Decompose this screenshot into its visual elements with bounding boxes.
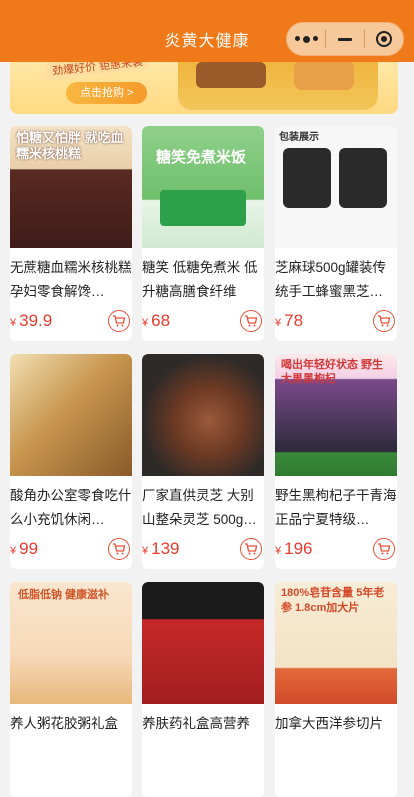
cart-icon	[245, 315, 258, 327]
add-to-cart-button[interactable]	[373, 310, 395, 332]
product-price: ¥78	[275, 311, 304, 330]
product-image-caption: 喝出年轻好状态 野生大果黑枸杞	[281, 359, 384, 385]
add-to-cart-button[interactable]	[108, 538, 130, 560]
product-image-caption: 糖笑免煮米饭	[156, 149, 247, 166]
mini-program-capsule	[286, 22, 404, 56]
product-image-caption: 包装展示	[279, 132, 319, 143]
product-card[interactable]: 包装展示 芝麻球500g罐装传统手工蜂蜜黑芝… ¥78	[275, 126, 397, 341]
product-image-caption: 180%皂苷含量 5年老参 1.8cm加大片	[281, 587, 385, 614]
product-name: 加拿大西洋参切片	[275, 716, 383, 731]
product-price: ¥196	[275, 539, 313, 558]
product-price: ¥99	[10, 539, 39, 558]
product-card[interactable]: 喝出年轻好状态 野生大果黑枸杞 野生黑枸杞子干青海正品宁夏特级… ¥196	[275, 354, 397, 569]
minimize-button[interactable]	[326, 23, 364, 55]
cart-icon	[245, 543, 258, 555]
product-card[interactable]: 酸角办公室零食吃什么小充饥休闲… ¥99	[10, 354, 132, 569]
product-name: 厂家直供灵芝 大别山整朵灵芝 500g…	[142, 488, 257, 527]
navigation-bar: 炎黄大健康	[0, 0, 414, 62]
more-button[interactable]	[287, 23, 325, 55]
buy-now-button[interactable]: 点击抢购 >	[66, 82, 148, 104]
add-to-cart-button[interactable]	[240, 538, 262, 560]
product-card[interactable]: 厂家直供灵芝 大别山整朵灵芝 500g… ¥139	[142, 354, 264, 569]
product-image: 喝出年轻好状态 野生大果黑枸杞	[275, 354, 397, 476]
product-image-caption: 怕糖又怕胖 就吃血糯米核桃糕	[16, 130, 124, 161]
product-name: 野生黑枸杞子干青海正品宁夏特级…	[275, 488, 397, 527]
product-name: 芝麻球500g罐装传统手工蜂蜜黑芝…	[275, 260, 387, 299]
product-name: 酸角办公室零食吃什么小充饥休闲…	[10, 488, 132, 527]
rice-box-graphic	[160, 190, 246, 226]
product-card[interactable]: 养肤药礼盒高营养	[142, 582, 264, 797]
cart-icon	[378, 543, 391, 555]
product-name: 糖笑 低糖免煮米 低升糖高膳食纤维	[142, 260, 258, 299]
jar-graphic	[339, 148, 387, 208]
product-name: 养人粥花胶粥礼盒	[10, 716, 118, 731]
product-card[interactable]: 低脂低钠 健康滋补 养人粥花胶粥礼盒	[10, 582, 132, 797]
product-image: 糖笑免煮米饭	[142, 126, 264, 248]
cart-icon	[378, 315, 391, 327]
product-image: 低脂低钠 健康滋补	[10, 582, 132, 704]
product-price: ¥39.9	[10, 311, 53, 330]
product-image-caption: 低脂低钠 健康滋补	[18, 589, 110, 601]
product-image	[142, 354, 264, 476]
product-card[interactable]: 180%皂苷含量 5年老参 1.8cm加大片 加拿大西洋参切片	[275, 582, 397, 797]
add-to-cart-button[interactable]	[373, 538, 395, 560]
product-price: ¥68	[142, 311, 171, 330]
banner-product-image	[178, 58, 378, 110]
product-image	[142, 582, 264, 704]
promo-banner[interactable]: 劲爆好价 钜惠来袭 点击抢购 >	[10, 58, 398, 114]
close-button[interactable]	[365, 23, 403, 55]
product-price: ¥139	[142, 539, 180, 558]
cart-icon	[113, 543, 126, 555]
product-image: 怕糖又怕胖 就吃血糯米核桃糕	[10, 126, 132, 248]
product-image: 180%皂苷含量 5年老参 1.8cm加大片	[275, 582, 397, 704]
minimize-icon	[338, 37, 352, 41]
add-to-cart-button[interactable]	[108, 310, 130, 332]
product-image: 包装展示	[275, 126, 397, 248]
product-image	[10, 354, 132, 476]
product-name: 养肤药礼盒高营养	[142, 716, 250, 731]
more-dots-icon	[294, 35, 318, 43]
product-name: 无蔗糖血糯米核桃糕孕妇零食解馋…	[10, 260, 132, 299]
product-card[interactable]: 怕糖又怕胖 就吃血糯米核桃糕 无蔗糖血糯米核桃糕孕妇零食解馋… ¥39.9	[10, 126, 132, 341]
add-to-cart-button[interactable]	[240, 310, 262, 332]
product-card[interactable]: 糖笑免煮米饭 糖笑 低糖免煮米 低升糖高膳食纤维 ¥68	[142, 126, 264, 341]
cart-icon	[113, 315, 126, 327]
close-target-icon	[376, 31, 392, 47]
jar-graphic	[283, 148, 331, 208]
